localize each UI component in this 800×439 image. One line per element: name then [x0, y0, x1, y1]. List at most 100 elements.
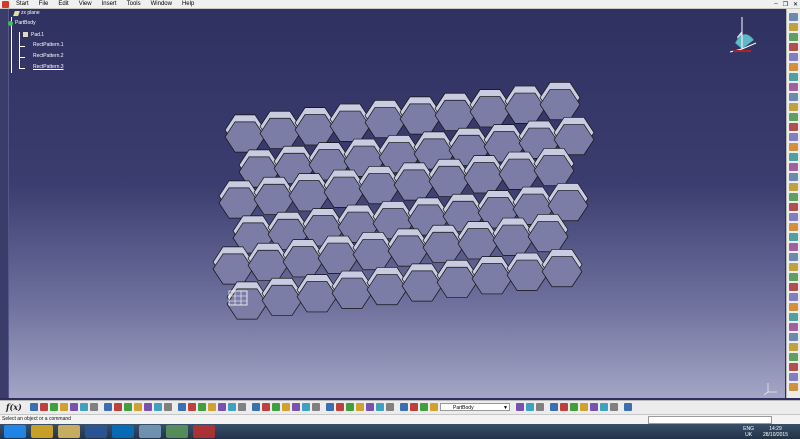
tool-icon[interactable] — [366, 403, 374, 411]
tool-icon[interactable] — [789, 73, 798, 81]
tool-icon[interactable] — [560, 403, 568, 411]
tool-icon[interactable] — [282, 403, 290, 411]
catia-app-icon[interactable] — [2, 0, 9, 8]
menu-edit[interactable]: Edit — [53, 0, 73, 8]
tool-icon[interactable] — [789, 63, 798, 71]
menu-insert[interactable]: Insert — [97, 0, 122, 8]
tool-icon[interactable] — [218, 403, 226, 411]
tree-item-zx-plane[interactable]: zx plane — [13, 10, 40, 16]
word-icon[interactable] — [85, 425, 107, 438]
tool-icon[interactable] — [789, 383, 798, 391]
tool-icon[interactable] — [80, 403, 88, 411]
3d-viewport[interactable] — [0, 9, 785, 398]
tool-icon[interactable] — [238, 403, 246, 411]
tool-icon[interactable] — [789, 93, 798, 101]
tool-icon[interactable] — [114, 403, 122, 411]
tool-icon[interactable] — [789, 303, 798, 311]
tool-icon[interactable] — [198, 403, 206, 411]
tool-icon[interactable] — [30, 403, 38, 411]
menu-tools[interactable]: Tools — [122, 0, 146, 8]
tool-icon[interactable] — [376, 403, 384, 411]
menu-view[interactable]: View — [74, 0, 97, 8]
restore-icon[interactable]: ❐ — [783, 1, 788, 8]
tool-icon[interactable] — [789, 143, 798, 151]
tool-icon[interactable] — [789, 163, 798, 171]
tool-icon[interactable] — [624, 403, 632, 411]
tool-icon[interactable] — [124, 403, 132, 411]
language-indicator[interactable]: ENG UK — [743, 426, 754, 438]
tool-icon[interactable] — [188, 403, 196, 411]
tool-icon[interactable] — [208, 403, 216, 411]
tool-icon[interactable] — [262, 403, 270, 411]
tool-icon[interactable] — [789, 223, 798, 231]
tool-icon[interactable] — [346, 403, 354, 411]
menu-start[interactable]: Start — [11, 0, 34, 8]
tree-item-pad[interactable]: Pad.1 — [22, 31, 44, 38]
tool-icon[interactable] — [302, 403, 310, 411]
tool-icon[interactable] — [789, 113, 798, 121]
tool-icon[interactable] — [789, 13, 798, 21]
tool-icon[interactable] — [789, 33, 798, 41]
tool-icon[interactable] — [516, 403, 524, 411]
tool-icon[interactable] — [154, 403, 162, 411]
tool-icon[interactable] — [789, 283, 798, 291]
compass-icon[interactable] — [729, 17, 757, 53]
tool-icon[interactable] — [789, 153, 798, 161]
chrome-icon[interactable] — [31, 425, 53, 438]
tool-icon[interactable] — [789, 323, 798, 331]
menu-help[interactable]: Help — [177, 0, 199, 8]
tool-icon[interactable] — [312, 403, 320, 411]
tool-icon[interactable] — [580, 403, 588, 411]
tool-icon[interactable] — [386, 403, 394, 411]
tool-icon[interactable] — [610, 403, 618, 411]
system-clock[interactable]: 14:29 28/10/2015 — [763, 426, 788, 438]
tool-icon[interactable] — [292, 403, 300, 411]
tool-icon[interactable] — [228, 403, 236, 411]
tool-icon[interactable] — [600, 403, 608, 411]
tool-icon[interactable] — [90, 403, 98, 411]
tool-icon[interactable] — [789, 123, 798, 131]
tree-scroll-strip[interactable] — [0, 9, 9, 398]
tool-icon[interactable] — [550, 403, 558, 411]
tool-icon[interactable] — [789, 373, 798, 381]
tool-icon[interactable] — [789, 213, 798, 221]
tool-icon[interactable] — [789, 263, 798, 271]
tool-icon[interactable] — [356, 403, 364, 411]
tool-icon[interactable] — [789, 173, 798, 181]
tree-item-partbody[interactable]: PartBody — [8, 20, 36, 26]
tool-icon[interactable] — [789, 43, 798, 51]
app-icon[interactable] — [166, 425, 188, 438]
tool-icon[interactable] — [70, 403, 78, 411]
chevron-down-icon[interactable]: ▼ — [503, 404, 508, 412]
tree-item-rectpattern-3[interactable]: RectPattern.3 — [33, 64, 64, 70]
menu-window[interactable]: Window — [146, 0, 177, 8]
tool-icon[interactable] — [336, 403, 344, 411]
tool-icon[interactable] — [420, 403, 428, 411]
tool-icon[interactable] — [570, 403, 578, 411]
tree-item-rectpattern-1[interactable]: RectPattern.1 — [33, 42, 64, 48]
outlook-icon[interactable] — [112, 425, 134, 438]
tool-icon[interactable] — [789, 193, 798, 201]
tool-icon[interactable] — [252, 403, 260, 411]
tool-icon[interactable] — [134, 403, 142, 411]
tool-icon[interactable] — [50, 403, 58, 411]
tool-icon[interactable] — [789, 243, 798, 251]
menu-file[interactable]: File — [34, 0, 54, 8]
tool-icon[interactable] — [789, 183, 798, 191]
tool-icon[interactable] — [164, 403, 172, 411]
start-button[interactable] — [4, 425, 26, 438]
tool-icon[interactable] — [590, 403, 598, 411]
formula-button[interactable]: f(x) — [6, 402, 22, 412]
command-input[interactable] — [648, 416, 772, 424]
tool-icon[interactable] — [789, 203, 798, 211]
tool-icon[interactable] — [400, 403, 408, 411]
close-icon[interactable]: ✕ — [793, 1, 798, 8]
app-icon[interactable] — [139, 425, 161, 438]
tool-icon[interactable] — [789, 273, 798, 281]
tool-icon[interactable] — [789, 253, 798, 261]
tool-icon[interactable] — [789, 313, 798, 321]
tool-icon[interactable] — [526, 403, 534, 411]
tool-icon[interactable] — [144, 403, 152, 411]
tree-item-rectpattern-2[interactable]: RectPattern.2 — [33, 53, 64, 59]
tool-icon[interactable] — [789, 23, 798, 31]
